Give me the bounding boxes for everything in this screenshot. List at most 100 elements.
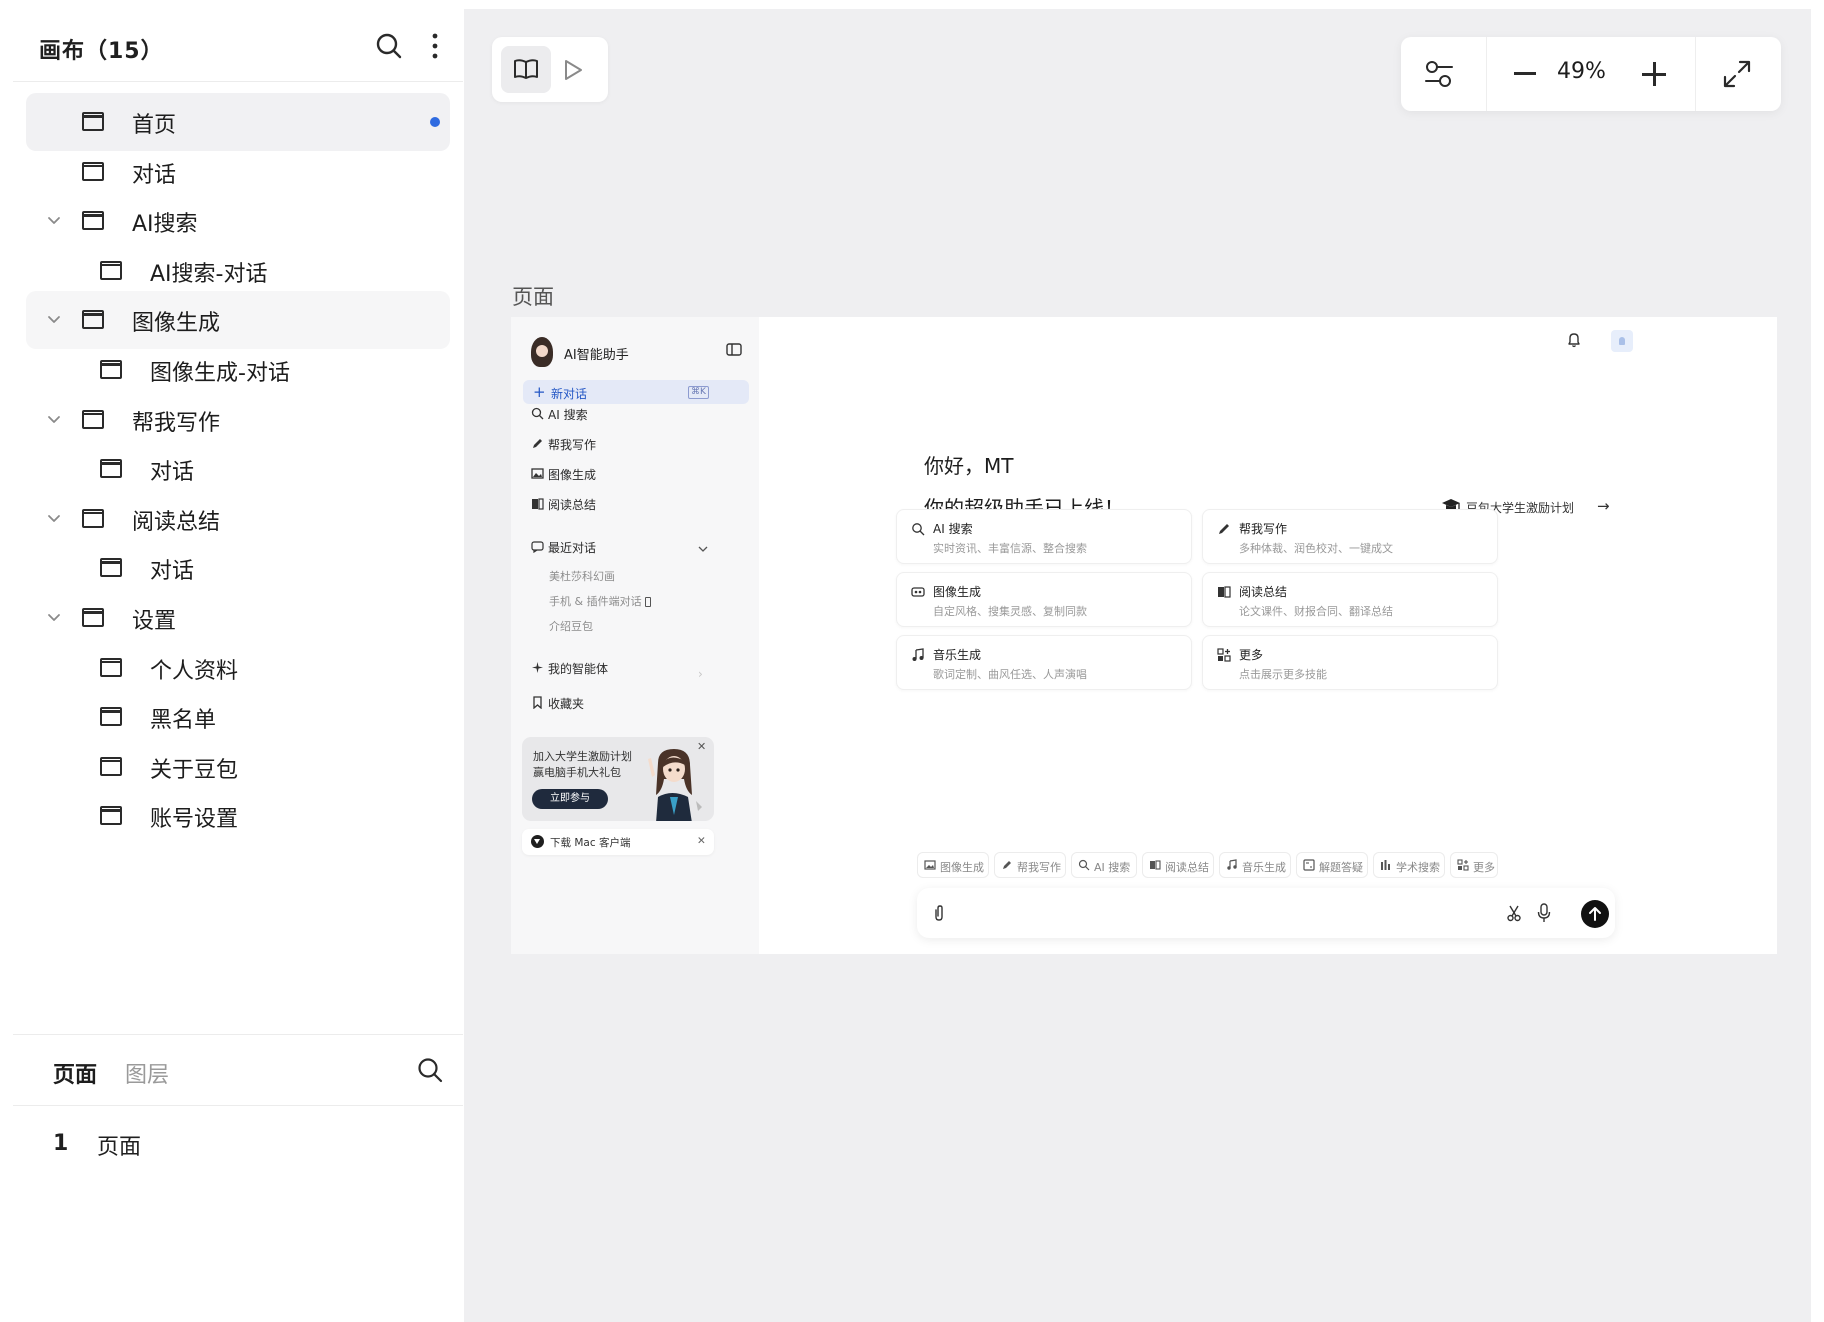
- view-mode-toggle: [492, 37, 608, 102]
- calculator-icon: [1303, 859, 1315, 871]
- page-list-item[interactable]: 1 页面: [13, 1129, 463, 1179]
- frame-icon: [82, 310, 104, 330]
- fullscreen-icon[interactable]: [1721, 58, 1753, 90]
- tree-item-label: 账号设置: [150, 807, 239, 833]
- chip-image[interactable]: 图像生成: [917, 852, 989, 878]
- sliders-icon[interactable]: [1423, 58, 1455, 90]
- skill-card-music[interactable]: 音乐生成 歌词定制、曲风任选、人声演唱: [896, 635, 1192, 690]
- zoom-toolbar: 49%: [1401, 37, 1781, 111]
- chevron-down-icon[interactable]: [46, 611, 62, 625]
- plus-icon: +: [533, 383, 546, 401]
- book-icon: [1218, 586, 1231, 598]
- chip-label: 学术搜索: [1396, 861, 1440, 874]
- card-title: 音乐生成: [933, 648, 982, 662]
- frame-icon: [82, 211, 104, 231]
- skill-card-image[interactable]: 图像生成 自定风格、搜集灵感、复制同款: [896, 572, 1192, 627]
- chat-input[interactable]: [917, 888, 1615, 938]
- chevron-down-icon[interactable]: [46, 313, 62, 327]
- sidebar-toggle-icon[interactable]: [726, 343, 742, 356]
- search-icon[interactable]: [416, 1056, 444, 1084]
- frame-icon: [100, 459, 122, 479]
- chip-label: 更多: [1473, 861, 1495, 874]
- page-number: 1: [53, 1131, 69, 1156]
- image-icon: [924, 860, 936, 870]
- frame-icon: [82, 161, 104, 181]
- tree-item-label: 个人资料: [150, 658, 239, 684]
- book-icon: [1150, 860, 1161, 870]
- promo-line-2: 赢电脑手机大礼包: [533, 766, 621, 779]
- frame-icon: [100, 360, 122, 379]
- card-desc: 实时资讯、丰富信源、整合搜索: [933, 542, 1087, 555]
- search-icon: [912, 523, 925, 536]
- close-icon[interactable]: ✕: [697, 740, 706, 753]
- new-chat-label: 新对话: [551, 387, 588, 401]
- chevron-down-icon[interactable]: [46, 214, 62, 228]
- chip-label: 音乐生成: [1242, 861, 1286, 874]
- grid-plus-icon: [1457, 859, 1469, 871]
- tree-item-label: 图像生成-对话: [150, 361, 290, 386]
- chip-ai-search[interactable]: AI 搜索: [1071, 852, 1137, 878]
- microphone-icon[interactable]: [1537, 903, 1551, 923]
- chip-problem-solving[interactable]: 解题答疑: [1296, 852, 1368, 878]
- download-mac-banner[interactable]: 下载 Mac 客户端 ✕: [522, 829, 714, 855]
- promo-line-1: 加入大学生激励计划: [533, 750, 632, 763]
- book-icon: [532, 498, 544, 510]
- panel-header: 画布（15）: [13, 9, 463, 82]
- frame-icon: [100, 657, 122, 677]
- frame-icon: [100, 756, 122, 776]
- paperclip-icon[interactable]: [933, 904, 945, 922]
- recent-chat-item[interactable]: 介绍豆包: [549, 618, 593, 634]
- card-title: 阅读总结: [1239, 585, 1288, 599]
- zoom-out-button[interactable]: [1514, 72, 1536, 75]
- send-button[interactable]: [1581, 900, 1609, 928]
- chevron-down-icon[interactable]: [46, 413, 62, 427]
- tab-pages[interactable]: 页面: [53, 1057, 97, 1089]
- chip-label: 帮我写作: [1017, 861, 1061, 874]
- search-icon[interactable]: [374, 31, 404, 61]
- tree-item-label: AI搜索-对话: [150, 261, 268, 287]
- card-title: 图像生成: [933, 585, 982, 599]
- card-desc: 论文课件、财报合同、翻译总结: [1239, 605, 1393, 618]
- tree-item-label: 关于豆包: [150, 757, 239, 783]
- active-indicator-dot: [430, 117, 440, 127]
- tree-item[interactable]: 账号设置: [26, 787, 450, 845]
- tree-item-label: 对话: [150, 460, 195, 486]
- chevron-down-icon[interactable]: [46, 512, 62, 526]
- book-view-button[interactable]: [501, 46, 551, 93]
- recent-chat-item[interactable]: 美杜莎科幻画: [549, 568, 615, 584]
- page-frame-preview[interactable]: AI智能助手 + 新对话 ⌘K AI 搜索 帮我写作 图像生成 阅读总结 最近对…: [511, 317, 1777, 954]
- bell-icon[interactable]: [1567, 332, 1581, 348]
- more-vertical-icon[interactable]: [428, 31, 442, 61]
- chevron-down-icon[interactable]: [698, 546, 708, 553]
- new-chat-button[interactable]: + 新对话 ⌘K: [523, 380, 749, 404]
- skill-card-ai-search[interactable]: AI 搜索 实时资讯、丰富信源、整合搜索: [896, 509, 1192, 564]
- skill-card-reading[interactable]: 阅读总结 论文课件、财报合同、翻译总结: [1202, 572, 1498, 627]
- divider: [1695, 37, 1696, 111]
- chip-writing[interactable]: 帮我写作: [994, 852, 1066, 878]
- recent-chat-item[interactable]: 手机 & 插件端对话: [549, 593, 652, 609]
- zoom-in-button[interactable]: [1642, 62, 1666, 86]
- scissors-icon[interactable]: [1507, 904, 1521, 922]
- chip-academic-search[interactable]: 学术搜索: [1373, 852, 1445, 878]
- card-title: 更多: [1239, 648, 1264, 662]
- promo-card[interactable]: 加入大学生激励计划 赢电脑手机大礼包 立即参与 ✕: [522, 737, 714, 821]
- nav-label: 阅读总结: [548, 498, 597, 512]
- card-desc: 歌词定制、曲风任选、人声演唱: [933, 668, 1087, 681]
- download-label: 下载 Mac 客户端: [550, 837, 631, 849]
- close-icon[interactable]: ✕: [697, 835, 706, 847]
- nav-label: 图像生成: [548, 468, 597, 482]
- canvas[interactable]: 49% 页面 AI智能助手 + 新对话 ⌘K AI 搜索 帮我写作 图像生成 阅…: [464, 9, 1811, 1322]
- grid-plus-icon: [1217, 648, 1231, 662]
- chip-more[interactable]: 更多: [1450, 852, 1498, 878]
- chip-music[interactable]: 音乐生成: [1219, 852, 1291, 878]
- nav-label: AI 搜索: [548, 408, 588, 422]
- tab-layers[interactable]: 图层: [125, 1057, 169, 1089]
- skill-card-more[interactable]: 更多 点击展示更多技能: [1202, 635, 1498, 690]
- join-button[interactable]: 立即参与: [532, 789, 608, 809]
- play-icon[interactable]: [562, 58, 584, 82]
- skill-card-writing[interactable]: 帮我写作 多种体裁、润色校对、一键成文: [1202, 509, 1498, 564]
- user-avatar[interactable]: [1611, 330, 1633, 352]
- frame-icon: [100, 806, 122, 826]
- chip-reading[interactable]: 阅读总结: [1142, 852, 1214, 878]
- card-desc: 多种体裁、润色校对、一键成文: [1239, 542, 1393, 555]
